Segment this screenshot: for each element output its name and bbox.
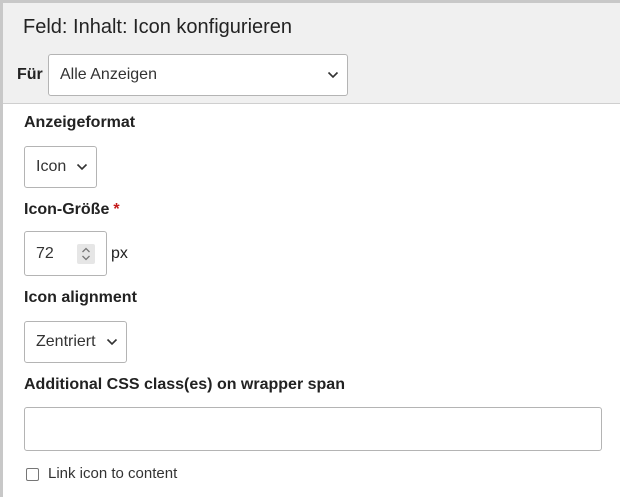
icon-alignment-select[interactable]: Zentriert	[24, 321, 127, 363]
chevron-down-icon	[106, 338, 118, 346]
icon-size-label: Icon-Größe *	[24, 201, 120, 219]
link-icon-checkbox[interactable]	[26, 468, 39, 481]
required-marker: *	[113, 201, 120, 218]
icon-alignment-value: Zentriert	[36, 333, 96, 350]
icon-size-label-text: Icon-Größe	[24, 201, 110, 218]
display-format-label: Anzeigeformat	[24, 114, 136, 131]
css-class-label: Additional CSS class(es) on wrapper span	[24, 376, 345, 393]
for-label: Für	[17, 66, 43, 83]
link-icon-label[interactable]: Link icon to content	[48, 465, 177, 482]
spinner-icon[interactable]	[77, 244, 95, 264]
css-class-input[interactable]	[24, 407, 602, 451]
dialog: Feld: Inhalt: Icon konfigurieren Für All…	[0, 0, 620, 497]
icon-alignment-label: Icon alignment	[24, 289, 137, 306]
dialog-header: Feld: Inhalt: Icon konfigurieren Für All…	[3, 3, 620, 104]
display-format-select[interactable]: Icon	[24, 146, 97, 188]
chevron-down-icon	[327, 71, 339, 79]
for-select[interactable]: Alle Anzeigen	[48, 54, 348, 96]
for-select-value: Alle Anzeigen	[60, 66, 157, 83]
icon-size-unit: px	[111, 245, 128, 262]
dialog-title: Feld: Inhalt: Icon konfigurieren	[23, 16, 293, 38]
chevron-down-icon	[76, 163, 88, 171]
icon-size-input[interactable]: 72	[24, 231, 107, 276]
icon-size-value: 72	[36, 245, 54, 262]
display-format-value: Icon	[36, 158, 67, 175]
